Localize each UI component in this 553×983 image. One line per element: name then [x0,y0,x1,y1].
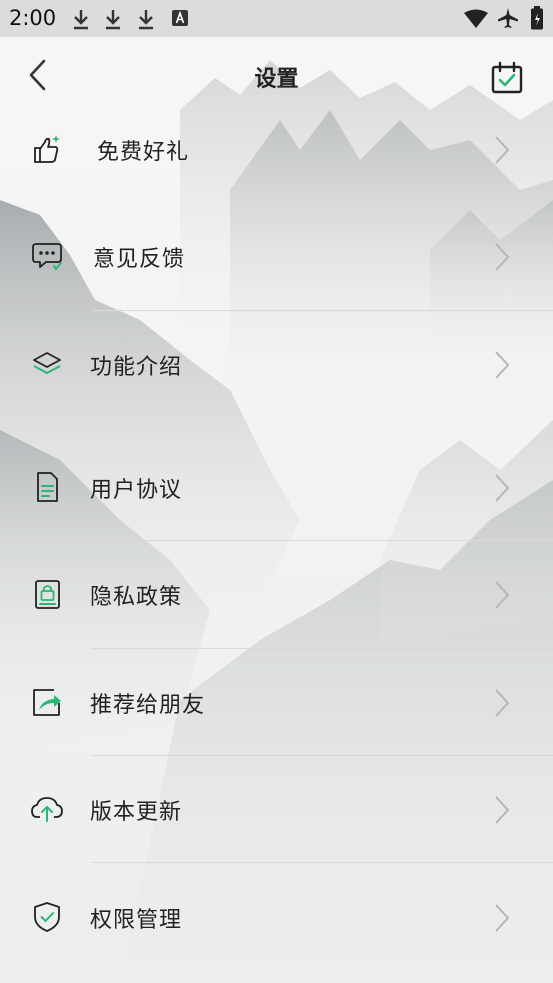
chevron-right-icon [495,689,510,717]
chevron-right-icon [495,136,510,164]
divider [92,648,553,649]
menu-item-label: 推荐给朋友 [90,693,206,718]
layers-icon [33,352,61,374]
menu-item-permissions[interactable]: 权限管理 [0,888,553,948]
calendar-check-icon[interactable] [490,61,524,95]
download-icon [106,10,120,30]
page-title: 设置 [254,67,299,92]
thumbs-up-icon [34,135,60,163]
battery-icon [531,6,543,30]
menu-item-label: 用户协议 [90,478,183,503]
status-time: 2:00 [9,6,57,30]
divider [92,540,553,541]
menu-item-label: 意见反馈 [93,247,186,272]
lock-icon [35,580,60,609]
document-icon [37,472,58,502]
chevron-right-icon [495,243,510,271]
chevron-right-icon [495,581,510,609]
chevron-right-icon [495,474,510,502]
menu-item-label: 免费好礼 [97,140,190,165]
keyboard-a-icon [172,10,188,26]
menu-item-label: 版本更新 [90,800,183,825]
menu-item-version-update[interactable]: 版本更新 [0,780,553,840]
airplane-icon [498,8,518,28]
divider [92,862,553,863]
chevron-right-icon [495,351,510,379]
chevron-right-icon [495,904,510,932]
status-bar: 2:00 [0,0,553,37]
menu-item-label: 功能介绍 [90,355,183,380]
download-icon [74,10,88,30]
menu-item-share[interactable]: 推荐给朋友 [0,673,553,733]
menu-item-privacy-policy[interactable]: 隐私政策 [0,565,553,625]
app-header: 设置 [0,37,553,117]
divider [92,310,553,311]
shield-check-icon [34,902,60,932]
wifi-icon [464,9,488,28]
download-icon [139,10,153,30]
menu-item-feedback[interactable]: 意见反馈 [0,227,553,287]
menu-item-features[interactable]: 功能介绍 [0,335,553,395]
divider [92,755,553,756]
cloud-upload-icon [31,797,63,822]
menu-item-label: 权限管理 [90,908,183,933]
menu-item-free-gift[interactable]: 免费好礼 [0,120,553,180]
chevron-right-icon [495,796,510,824]
chat-bubble-icon [32,243,62,271]
menu-item-label: 隐私政策 [90,585,183,610]
menu-item-user-agreement[interactable]: 用户协议 [0,458,553,518]
share-icon [33,689,61,716]
